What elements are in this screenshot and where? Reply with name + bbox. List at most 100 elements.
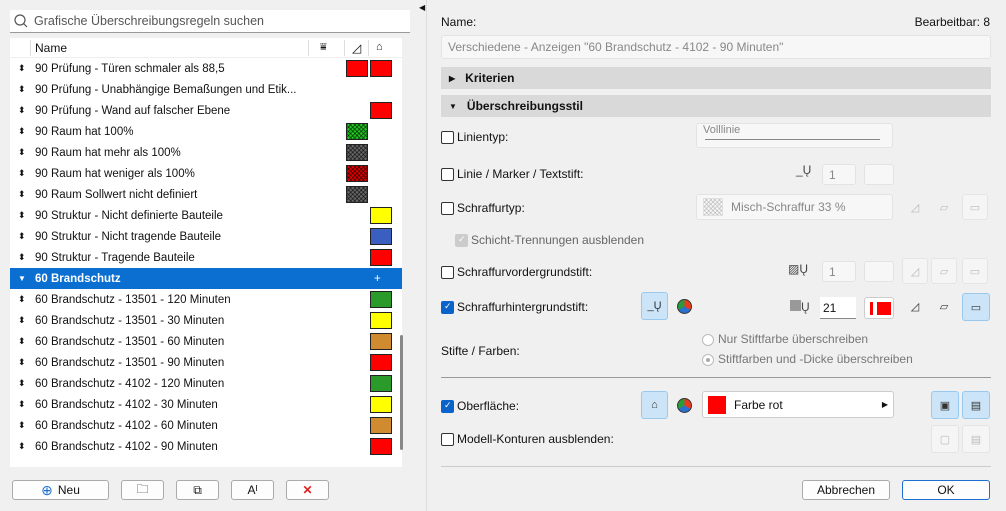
surface-checkbox[interactable]: Oberfläche: (441, 399, 519, 414)
drag-handle-icon[interactable]: ⬍ (18, 315, 26, 326)
table-row[interactable]: ⬍ 90 Raum Sollwert nicht definiert (10, 184, 402, 205)
list-group-row[interactable]: ▼ 60 Brandschutz + (10, 268, 402, 289)
drag-handle-icon[interactable]: ⬍ (18, 84, 26, 95)
surface-dropdown[interactable]: Farbe rot ▶ (702, 391, 894, 418)
surface-override2-icon[interactable]: ▤ (962, 391, 990, 419)
hide-contours-checkbox[interactable]: Modell-Konturen ausblenden: (441, 432, 614, 447)
table-row[interactable]: ⬍ 90 Struktur - Nicht definierte Bauteile (10, 205, 402, 226)
drag-handle-icon[interactable]: ⬍ (18, 105, 26, 116)
radio-pen-color-only[interactable]: Nur Stiftfarbe überschreiben (702, 332, 868, 346)
ok-button[interactable]: OK (902, 480, 990, 500)
bg-pen-input[interactable]: 21 (820, 297, 856, 319)
color-swatch[interactable] (370, 375, 392, 392)
fg-surface-icon[interactable]: ▭ (962, 258, 988, 284)
drag-handle-icon[interactable]: ⬍ (18, 126, 26, 137)
surface-column-icon[interactable]: ⌂ (376, 41, 383, 53)
fg-pen-color[interactable] (864, 261, 894, 282)
fill-cover-icon[interactable]: ▱ (931, 194, 957, 220)
color-swatch[interactable] (370, 207, 392, 224)
color-wheel-icon[interactable] (677, 299, 692, 314)
drag-handle-icon[interactable]: ⬍ (18, 420, 26, 431)
drag-handle-icon[interactable]: ⬍ (18, 210, 26, 221)
table-row[interactable]: ⬍ 90 Raum hat mehr als 100% (10, 142, 402, 163)
color-swatch[interactable] (346, 144, 368, 161)
list-scrollbar[interactable] (400, 335, 403, 450)
table-row[interactable]: ⬍ 60 Brandschutz - 4102 - 30 Minuten (10, 394, 402, 415)
drag-handle-icon[interactable]: ⬍ (18, 357, 26, 368)
linetype-checkbox[interactable]: Linientyp: (441, 130, 508, 145)
table-row[interactable]: ⬍ 90 Raum hat weniger als 100% (10, 163, 402, 184)
bg-cut-icon[interactable]: ◿ (902, 293, 928, 319)
drag-handle-icon[interactable]: ⬍ (18, 189, 26, 200)
panel-splitter[interactable] (426, 0, 427, 511)
table-row[interactable]: ⬍ 90 Prüfung - Türen schmaler als 88,5 (10, 58, 402, 79)
filltype-dropdown[interactable]: Misch-Schraffur 33 % (696, 194, 893, 220)
table-row[interactable]: ⬍ 60 Brandschutz - 13501 - 60 Minuten (10, 331, 402, 352)
fill-surface-icon[interactable]: ▭ (962, 194, 988, 220)
name-field[interactable]: Verschiedene - Anzeigen "60 Brandschutz … (441, 35, 991, 59)
table-row[interactable]: ⬍ 60 Brandschutz - 13501 - 30 Minuten (10, 310, 402, 331)
color-swatch[interactable] (370, 291, 392, 308)
drag-handle-icon[interactable]: ⬍ (18, 231, 26, 242)
color-swatch[interactable] (370, 333, 392, 350)
drag-handle-icon[interactable]: ⬍ (18, 399, 26, 410)
surface-color-wheel-icon[interactable] (677, 398, 692, 413)
fg-cover-icon[interactable]: ▱ (931, 258, 957, 284)
fg-pen-input[interactable]: 1 (822, 261, 856, 282)
line-pen-color[interactable] (864, 164, 894, 185)
table-row[interactable]: ⬍ 90 Raum hat 100% (10, 121, 402, 142)
fill-column-icon[interactable]: ◿ (352, 41, 361, 55)
drag-handle-icon[interactable]: ⬍ (18, 168, 26, 179)
fill-cut-icon[interactable]: ◿ (902, 194, 928, 220)
color-swatch[interactable] (370, 249, 392, 266)
delete-button[interactable]: ✕ (286, 480, 329, 500)
drag-handle-icon[interactable]: ⬍ (18, 63, 26, 74)
color-swatch[interactable] (346, 60, 368, 77)
drag-handle-icon[interactable]: ⬍ (18, 336, 26, 347)
add-icon[interactable]: + (374, 273, 381, 285)
contour-icon[interactable]: ▢ (931, 425, 959, 453)
rules-list[interactable]: Name ⩸ ◿ ⌂ ⬍ 90 Prüfung - Türen schmaler … (10, 38, 402, 467)
drag-handle-icon[interactable]: ⬍ (18, 252, 26, 263)
linetype-dropdown[interactable]: Volllinie (696, 123, 893, 148)
table-row[interactable]: ⬍ 60 Brandschutz - 4102 - 60 Minuten (10, 415, 402, 436)
hide-separators-checkbox[interactable]: Schicht-Trennungen ausblenden (455, 233, 644, 248)
collapse-icon[interactable]: ▼ (18, 274, 26, 283)
layer-column-icon[interactable]: ⩸ (320, 41, 327, 54)
bg-pen-checkbox[interactable]: Schraffurhintergrundstift: (441, 300, 588, 315)
collapse-arrow-icon[interactable]: ◀ (419, 3, 425, 12)
table-row[interactable]: ⬍ 60 Brandschutz - 4102 - 90 Minuten (10, 436, 402, 457)
table-row[interactable]: ⬍ 90 Struktur - Tragende Bauteile (10, 247, 402, 268)
style-section[interactable]: ▼ Überschreibungsstil (441, 95, 991, 117)
fg-pen-checkbox[interactable]: Schraffurvordergrundstift: (441, 265, 592, 280)
drag-handle-icon[interactable]: ⬍ (18, 441, 26, 452)
color-swatch[interactable] (346, 165, 368, 182)
duplicate-button[interactable]: ⧉ (176, 480, 219, 500)
color-swatch[interactable] (370, 417, 392, 434)
drag-handle-icon[interactable]: ⬍ (18, 294, 26, 305)
table-row[interactable]: ⬍ 90 Prüfung - Wand auf falscher Ebene (10, 100, 402, 121)
surface-mode-button[interactable]: ⌂ (641, 391, 668, 419)
fg-cut-icon[interactable]: ◿ (902, 258, 928, 284)
drag-handle-icon[interactable]: ⬍ (18, 147, 26, 158)
new-button[interactable]: ⊕ Neu (12, 480, 109, 500)
color-swatch[interactable] (346, 186, 368, 203)
table-row[interactable]: ⬍ 60 Brandschutz - 4102 - 120 Minuten (10, 373, 402, 394)
table-row[interactable]: ⬍ 60 Brandschutz - 13501 - 90 Minuten (10, 352, 402, 373)
bg-cover-icon[interactable]: ▱ (931, 293, 957, 319)
contour2-icon[interactable]: ▤ (962, 425, 990, 453)
pen-mode-button[interactable]: _Ų (641, 292, 668, 320)
color-swatch[interactable] (370, 396, 392, 413)
search-input[interactable]: Grafische Überschreibungsregeln suchen (10, 10, 410, 33)
line-pen-checkbox[interactable]: Linie / Marker / Textstift: (441, 167, 584, 182)
filltype-checkbox[interactable]: Schraffurtyp: (441, 201, 525, 216)
drag-handle-icon[interactable]: ⬍ (18, 378, 26, 389)
bg-surface-icon[interactable]: ▭ (962, 293, 990, 321)
color-swatch[interactable] (370, 228, 392, 245)
color-swatch[interactable] (370, 60, 392, 77)
radio-pen-color-weight[interactable]: Stiftfarben und -Dicke überschreiben (702, 352, 913, 366)
rename-button[interactable]: Aᴵ (231, 480, 274, 500)
line-pen-input[interactable]: 1 (822, 164, 856, 185)
new-folder-button[interactable]: 🗀 (121, 480, 164, 500)
color-swatch[interactable] (346, 123, 368, 140)
